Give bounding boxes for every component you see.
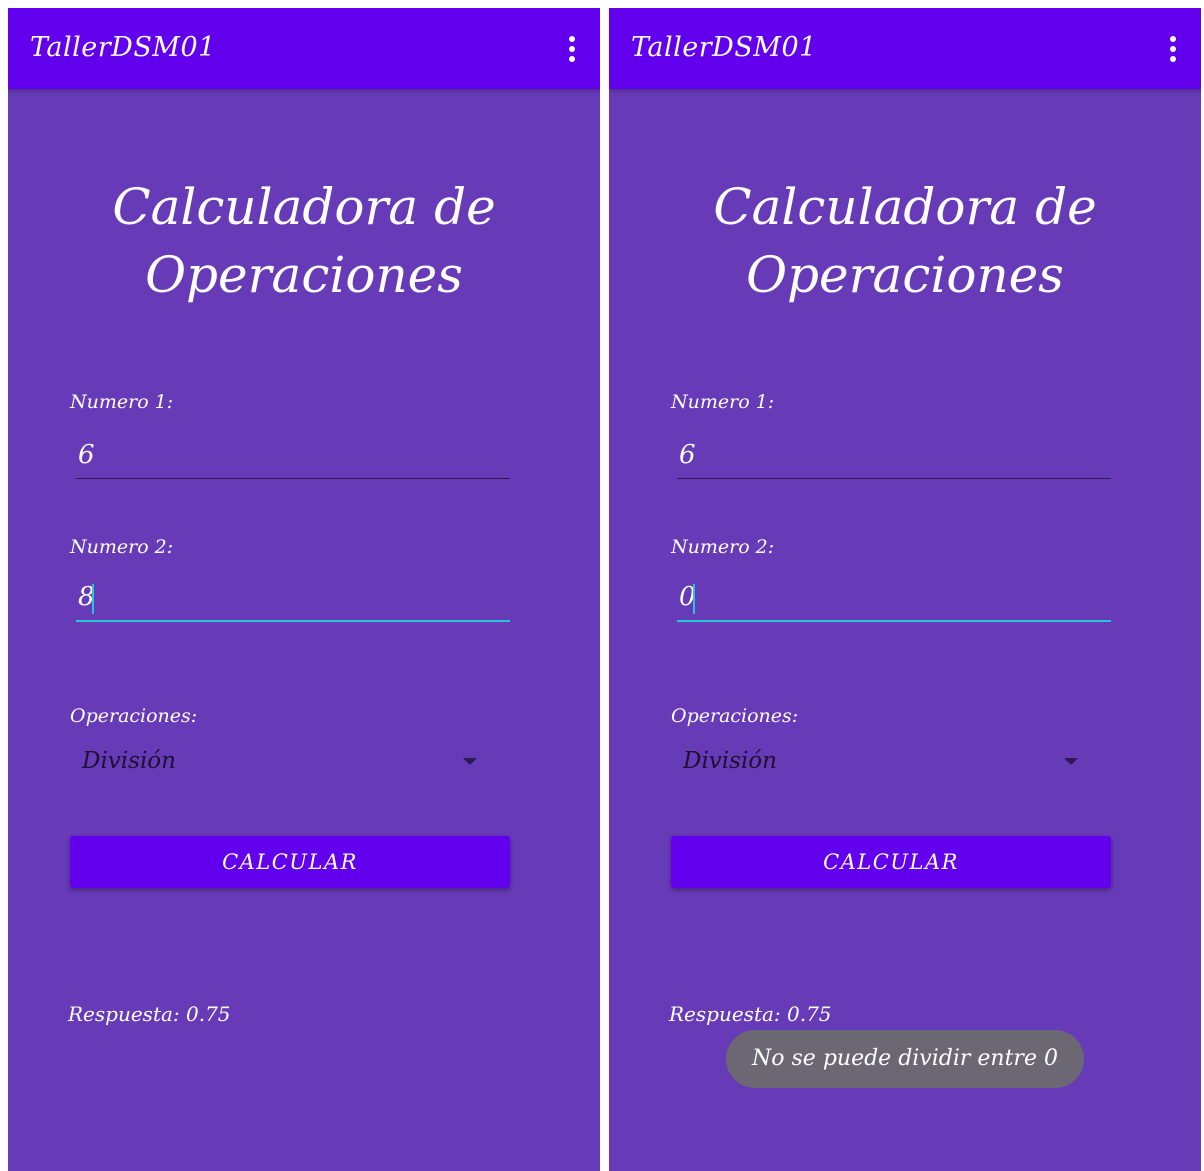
page-title-line2: Operaciones [145, 246, 463, 304]
page-title: Calculadora de Operaciones [609, 173, 1201, 309]
numero1-field[interactable]: 6 [677, 438, 1111, 479]
arrow-drop-down-icon[interactable] [1064, 758, 1078, 765]
respuesta-text: Respuesta: 0.75 [68, 1002, 231, 1026]
numero2-field[interactable]: 8 [76, 580, 510, 622]
numero2-field[interactable]: 0 [677, 580, 1111, 622]
operaciones-label: Operaciones: [671, 705, 799, 727]
numero1-label: Numero 1: [70, 391, 174, 413]
page-title-line1: Calculadora de [112, 178, 496, 236]
app-title: TallerDSM01 [30, 32, 216, 63]
operaciones-spinner[interactable]: División [683, 748, 777, 774]
numero1-value: 6 [679, 440, 696, 470]
text-cursor [693, 584, 695, 614]
phone-screen-right: TallerDSM01 Calculadora de Operaciones N… [609, 8, 1201, 1171]
calcular-button[interactable]: CALCULAR [70, 836, 510, 888]
respuesta-text: Respuesta: 0.75 [669, 1002, 832, 1026]
numero2-label: Numero 2: [70, 536, 174, 558]
calcular-button[interactable]: CALCULAR [671, 836, 1111, 888]
numero1-label: Numero 1: [671, 391, 775, 413]
app-bar: TallerDSM01 [8, 8, 600, 89]
numero1-field[interactable]: 6 [76, 438, 510, 479]
arrow-drop-down-icon[interactable] [463, 758, 477, 765]
numero2-label: Numero 2: [671, 536, 775, 558]
more-vert-icon[interactable] [1169, 36, 1177, 62]
page-title: Calculadora de Operaciones [8, 173, 600, 309]
numero1-value: 6 [78, 440, 95, 470]
page-title-line1: Calculadora de [713, 178, 1097, 236]
toast-message: No se puede dividir entre 0 [726, 1030, 1084, 1088]
operaciones-spinner[interactable]: División [82, 748, 176, 774]
more-vert-icon[interactable] [568, 36, 576, 62]
page-title-line2: Operaciones [746, 246, 1064, 304]
app-bar: TallerDSM01 [609, 8, 1201, 89]
app-title: TallerDSM01 [631, 32, 817, 63]
operaciones-label: Operaciones: [70, 705, 198, 727]
text-cursor [92, 584, 94, 614]
phone-screen-left: TallerDSM01 Calculadora de Operaciones N… [8, 8, 600, 1171]
